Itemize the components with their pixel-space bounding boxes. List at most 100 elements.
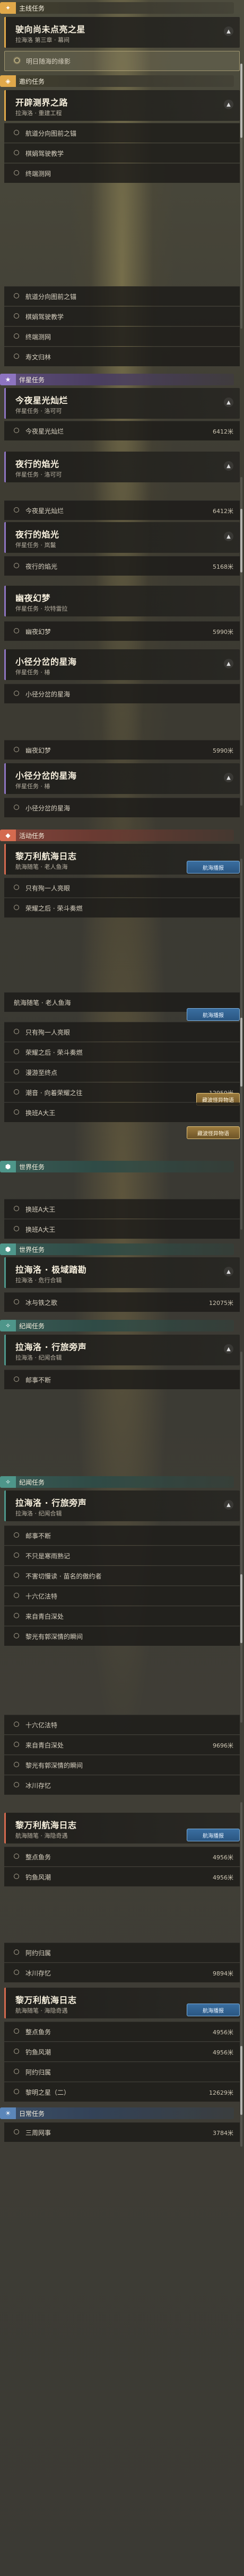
scrollbar-thumb[interactable] bbox=[240, 1018, 242, 1087]
quest-step[interactable]: 幽夜幻梦 5990米 bbox=[4, 740, 240, 760]
quest-step[interactable]: 只有殉一人亮眼 bbox=[4, 1022, 240, 1042]
scrollbar-thumb[interactable] bbox=[240, 509, 242, 572]
track-pill[interactable]: 航海播报 bbox=[187, 2004, 240, 2016]
quest-step[interactable]: 小径分岔的星海 bbox=[4, 684, 240, 703]
quest-step[interactable]: 阿约归属 bbox=[4, 2062, 240, 2081]
step-marker-icon bbox=[14, 1206, 19, 1211]
chevron-up-icon[interactable]: ▲ bbox=[224, 659, 233, 668]
quest-step[interactable]: 幽夜幻梦 5990米 bbox=[4, 621, 240, 641]
chevron-up-icon[interactable]: ▲ bbox=[224, 27, 233, 36]
quest-card[interactable]: 拉海洛 · 行旅旁声 拉海洛 · 纪闻合辑 ▲ bbox=[4, 1490, 240, 1521]
chevron-up-icon[interactable]: ▲ bbox=[224, 532, 233, 541]
quest-step[interactable]: 棋娟驾驶教学 bbox=[4, 143, 240, 163]
quest-step[interactable]: 三周网事 3784米 bbox=[4, 2122, 240, 2142]
step-marker-icon bbox=[14, 1299, 19, 1304]
scrollbar[interactable] bbox=[240, 477, 242, 806]
quest-card[interactable]: 小径分岔的星海 伴星任务 · 椿 ▲ bbox=[4, 763, 240, 794]
quest-step[interactable]: 只有殉一人亮眼 bbox=[4, 878, 240, 897]
quest-card[interactable]: 拉海洛 · 极域踏勘 拉海洛 · 危行合辑 ▲ bbox=[4, 1257, 240, 1288]
quest-step[interactable]: 黎光有郭深情的瞬间 bbox=[4, 1755, 240, 1775]
quest-step[interactable]: 冰与铁之歌 12075米 bbox=[4, 1292, 240, 1312]
section-chronicle-quest[interactable]: ✧ 纪闻任务 bbox=[0, 1320, 234, 1331]
quest-step[interactable]: 今夜星光灿烂 6412米 bbox=[4, 500, 240, 520]
chevron-up-icon[interactable]: ▲ bbox=[224, 398, 233, 407]
world-quest-icon: ⬢ bbox=[0, 1161, 16, 1172]
quest-step[interactable]: 冰川存忆 bbox=[4, 1775, 240, 1795]
quest-step[interactable]: 荣耀之后 · 荣斗奏燃 bbox=[4, 1042, 240, 1062]
scrollbar-thumb[interactable] bbox=[240, 64, 242, 138]
quest-step[interactable]: 终端测网 bbox=[4, 163, 240, 183]
quest-card[interactable]: 幽夜幻梦 伴星任务 · 坎特雷拉 bbox=[4, 586, 240, 616]
quest-step[interactable]: 换班A大王 bbox=[4, 1102, 240, 1122]
track-pill[interactable]: 航海播报 bbox=[187, 1829, 240, 1841]
section-invite-quest[interactable]: ◈ 邀约任务 bbox=[0, 75, 234, 87]
scrollbar[interactable] bbox=[240, 1802, 242, 2147]
quest-step[interactable]: 不害切慢读 · 苗名的傲约者 bbox=[4, 1566, 240, 1585]
step-marker-icon bbox=[14, 130, 19, 135]
section-world-quest[interactable]: ⬢ 世界任务 bbox=[0, 1243, 234, 1255]
scrollbar-thumb[interactable] bbox=[240, 1574, 242, 1643]
quest-step[interactable]: 整点鱼务 4956米 bbox=[4, 2022, 240, 2041]
section-world-quest[interactable]: ⬢ 世界任务 bbox=[0, 1161, 234, 1172]
quest-step[interactable]: 换班A大王 bbox=[4, 1199, 240, 1219]
quest-step[interactable]: 来自青白深处 bbox=[4, 1606, 240, 1626]
scrollbar[interactable] bbox=[240, 1352, 242, 1723]
quest-step[interactable]: 棋娟驾驶教学 bbox=[4, 306, 240, 326]
track-pill[interactable]: 航海播报 bbox=[187, 861, 240, 874]
quest-step[interactable]: 邮事不断 bbox=[4, 1525, 240, 1545]
quest-card[interactable]: 夜行的焰光 伴星任务 · 岚鬣 ▲ bbox=[4, 522, 240, 553]
step-marker-icon bbox=[14, 691, 19, 696]
section-main-quest[interactable]: ✦ 主线任务 bbox=[0, 2, 234, 14]
quest-step[interactable]: 十六亿法特 bbox=[4, 1586, 240, 1605]
quest-step[interactable]: 黎明之星（二） 12629米 bbox=[4, 2082, 240, 2102]
chevron-up-icon[interactable]: ▲ bbox=[224, 100, 233, 109]
quest-step[interactable]: 明日随海的缘影 bbox=[4, 51, 240, 71]
quest-step[interactable]: 冰川存忆 9894米 bbox=[4, 1963, 240, 1982]
quest-card[interactable]: 夜行的焰光 伴星任务 · 洛可可 ▲ bbox=[4, 452, 240, 482]
quest-step[interactable]: 来自青白深处 9696米 bbox=[4, 1735, 240, 1754]
quest-step[interactable]: 黎光有郭深情的瞬间 bbox=[4, 1626, 240, 1646]
quest-step[interactable]: 十六亿法特 bbox=[4, 1715, 240, 1734]
quest-step[interactable]: 荣耀之后 · 荣斗奏燃 bbox=[4, 898, 240, 918]
scrollbar-thumb[interactable] bbox=[240, 2046, 242, 2115]
section-event-quest[interactable]: ◆ 活动任务 bbox=[0, 830, 234, 841]
step-marker-icon bbox=[14, 2049, 19, 2054]
quest-card[interactable]: 今夜星光灿烂 伴星任务 · 洛可可 ▲ bbox=[4, 388, 240, 419]
quest-card[interactable]: 拉海洛 · 行旅旁声 拉海洛 · 纪闻合辑 ▲ bbox=[4, 1335, 240, 1365]
section-daily-quest[interactable]: ☀ 日常任务 bbox=[0, 2107, 234, 2119]
chronicle-quest-icon: ✧ bbox=[0, 1320, 16, 1331]
quest-step[interactable]: 不只是寒雨熟记 bbox=[4, 1546, 240, 1565]
chevron-up-icon[interactable]: ▲ bbox=[224, 773, 233, 782]
quest-step[interactable]: 航道分向图前之锚 bbox=[4, 123, 240, 143]
quest-card[interactable]: 小径分岔的星海 伴星任务 · 椿 ▲ bbox=[4, 649, 240, 680]
event-pill[interactable]: 藏波怪异物语 bbox=[187, 1126, 240, 1139]
quest-step[interactable]: 漫游至终点 bbox=[4, 1062, 240, 1082]
quest-step[interactable]: 终端测网 bbox=[4, 327, 240, 346]
quest-step[interactable]: 小径分岔的星海 bbox=[4, 798, 240, 817]
quest-step[interactable]: 寿文归林 bbox=[4, 347, 240, 366]
quest-step[interactable]: 今夜星光灿烂 6412米 bbox=[4, 421, 240, 440]
chevron-up-icon[interactable]: ▲ bbox=[224, 461, 233, 471]
step-marker-icon bbox=[14, 905, 19, 910]
scrollbar[interactable] bbox=[240, 859, 242, 1230]
quest-card[interactable]: 开辟测界之路 拉海洛 · 重建工程 ▲ bbox=[4, 90, 240, 121]
section-companion-quest[interactable]: ★ 伴星任务 bbox=[0, 374, 234, 385]
step-marker-icon bbox=[14, 747, 19, 752]
chevron-up-icon[interactable]: ▲ bbox=[224, 1344, 233, 1354]
quest-step[interactable]: 钓鱼风潮 4956米 bbox=[4, 2042, 240, 2061]
chevron-up-icon[interactable]: ▲ bbox=[224, 1500, 233, 1510]
quest-step[interactable]: 夜行的焰光 5168米 bbox=[4, 556, 240, 576]
chevron-up-icon[interactable]: ▲ bbox=[224, 1267, 233, 1276]
quest-step[interactable]: 航道分向图前之锚 bbox=[4, 286, 240, 306]
quest-step[interactable]: 钓鱼风潮 4956米 bbox=[4, 1867, 240, 1886]
quest-card[interactable]: 驶向尚未点亮之星 拉海洛 第三章 · 幕间 ▲ bbox=[4, 17, 240, 48]
quest-step[interactable]: 阿约归属 bbox=[4, 1943, 240, 1962]
track-pill[interactable]: 航海播报 bbox=[187, 1008, 240, 1021]
scrollbar[interactable] bbox=[240, 64, 242, 329]
quest-step[interactable]: 整点鱼务 4956米 bbox=[4, 1847, 240, 1866]
main-quest-icon: ✦ bbox=[0, 2, 16, 14]
quest-step[interactable]: 邮事不断 bbox=[4, 1370, 240, 1389]
quest-step[interactable]: 换班A大王 bbox=[4, 1219, 240, 1239]
section-chronicle-quest[interactable]: ✧ 纪闻任务 bbox=[0, 1476, 234, 1488]
step-marker-icon bbox=[14, 1089, 19, 1095]
